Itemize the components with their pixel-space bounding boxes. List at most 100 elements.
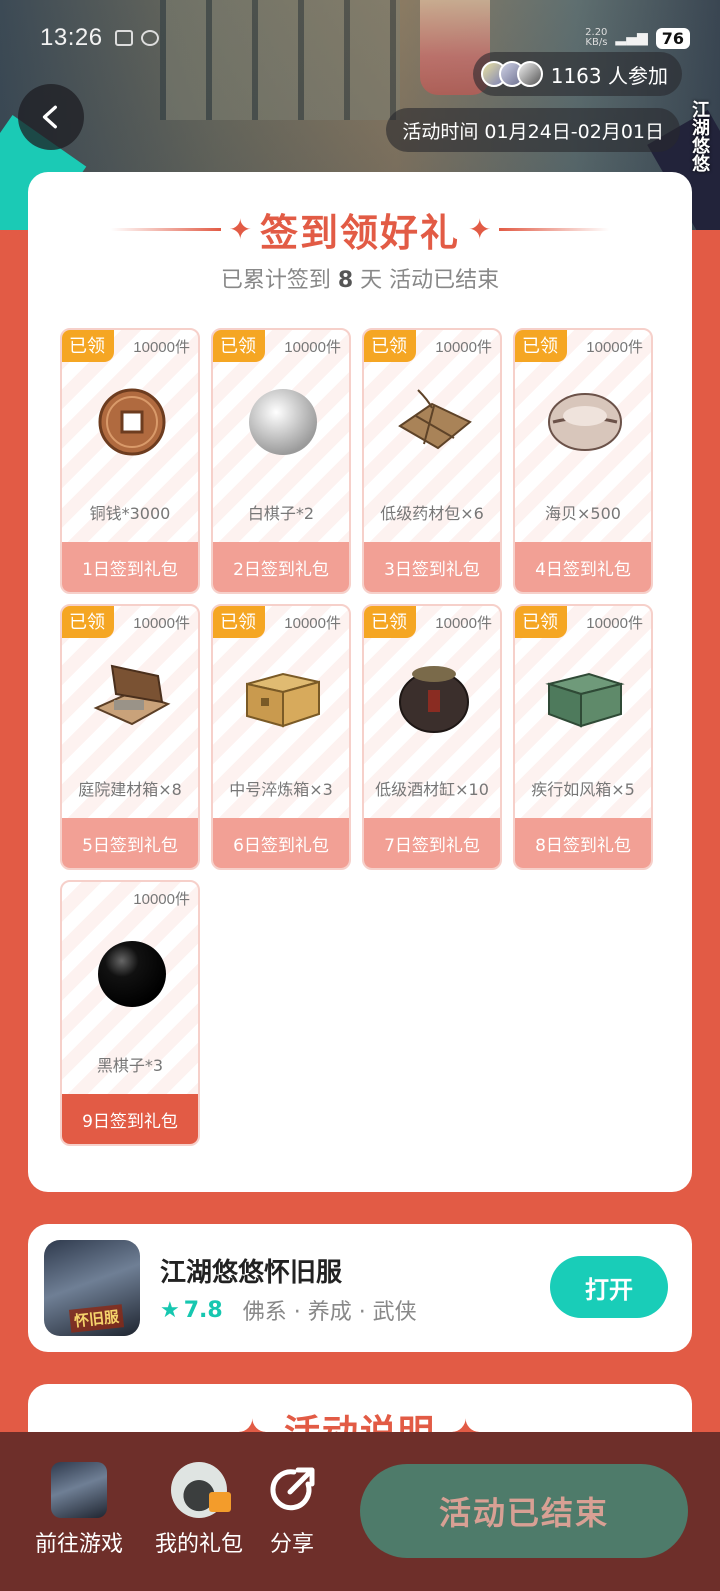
- gift-day-label: 2日签到礼包: [213, 542, 349, 592]
- seashell-icon: [548, 393, 622, 451]
- gift-stock: 10000件: [586, 339, 643, 356]
- copper-coin-icon: [98, 388, 166, 456]
- title-divider-right: [499, 228, 610, 231]
- signal-icon: ▂▄▆: [615, 30, 648, 46]
- banner-illustration-door: [160, 0, 400, 120]
- gift-item[interactable]: 已领 10000件 低级药材包×6 3日签到礼包: [362, 328, 502, 594]
- status-right: 2.20 KB/s ▂▄▆ 76: [585, 27, 690, 49]
- green-box-icon: [545, 672, 625, 728]
- gift-item[interactable]: 已领 10000件 庭院建材箱×8 5日签到礼包: [60, 604, 200, 870]
- wooden-chest-icon: [246, 672, 320, 728]
- gift-stock: 10000件: [133, 891, 190, 908]
- share-label: 分享: [269, 1532, 314, 1557]
- gift-name: 海贝×500: [545, 504, 621, 523]
- gift-item[interactable]: 10000件 黑棋子*3 9日签到礼包: [60, 880, 200, 1146]
- game-name: 江湖悠悠怀旧服: [160, 1258, 343, 1288]
- gift-item[interactable]: 已领 10000件 海贝×500 4日签到礼包: [513, 328, 653, 594]
- open-game-button[interactable]: 打开: [550, 1256, 668, 1318]
- chevron-left-icon: [42, 105, 57, 129]
- claimed-badge: 已领: [515, 606, 567, 638]
- gift-day-label: 5日签到礼包: [62, 818, 198, 868]
- status-time: 13:26: [40, 24, 103, 51]
- signin-title-row: ✦ 签到领好礼 ✦: [28, 202, 692, 257]
- gift-day-label: 3日签到礼包: [364, 542, 500, 592]
- network-speed: 2.20 KB/s: [585, 28, 607, 48]
- gift-day-label: 1日签到礼包: [62, 542, 198, 592]
- share-icon: [264, 1462, 320, 1518]
- participant-avatars: [480, 61, 543, 87]
- gift-avatar-icon: [171, 1462, 231, 1518]
- summary-suffix: 天 活动已结束: [360, 268, 500, 293]
- my-gifts-label: 我的礼包: [154, 1532, 243, 1557]
- go-to-game-label: 前往游戏: [34, 1532, 123, 1557]
- black-go-stone-icon: [98, 941, 166, 1007]
- nfc-icon: [114, 30, 133, 46]
- claimed-badge: 已领: [62, 330, 114, 362]
- open-crate-icon: [93, 664, 171, 726]
- gift-name: 中号淬炼箱×3: [229, 780, 333, 799]
- status-bar: 13:26 2.20 KB/s ▂▄▆ 76: [40, 24, 690, 52]
- gift-stock: 10000件: [133, 615, 190, 632]
- my-gifts-button[interactable]: 我的礼包: [144, 1462, 254, 1558]
- gift-item[interactable]: 已领 10000件 中号淬炼箱×3 6日签到礼包: [211, 604, 351, 870]
- gift-name: 低级酒材缸×10: [375, 780, 489, 799]
- game-meta: ★ 7.8 佛系 · 养成 · 武侠: [160, 1294, 417, 1326]
- activity-ended-button[interactable]: 活动已结束: [360, 1464, 688, 1558]
- avatar: [516, 61, 543, 87]
- signin-summary: 已累计签到 8 天 活动已结束: [28, 262, 692, 294]
- gift-day-label: 8日签到礼包: [515, 818, 651, 868]
- sparkle-icon: ✦: [468, 213, 492, 246]
- game-thumbnail-icon: [51, 1462, 107, 1518]
- gift-stock: 10000件: [133, 339, 190, 356]
- back-button[interactable]: [18, 84, 84, 150]
- white-go-stone-icon: [249, 389, 317, 455]
- bottom-action-bar: 前往游戏 我的礼包 分享 活动已结束: [0, 1432, 720, 1591]
- game-rating: 7.8: [183, 1297, 223, 1323]
- gift-item[interactable]: 已领 10000件 铜钱*3000 1日签到礼包: [60, 328, 200, 594]
- activity-period: 活动时间 01月24日-02月01日: [386, 108, 680, 152]
- message-icon: [140, 30, 159, 46]
- star-icon: ★: [160, 1297, 180, 1323]
- gift-day-label: 7日签到礼包: [364, 818, 500, 868]
- summary-prefix: 已累计签到: [220, 268, 331, 293]
- claimed-badge: 已领: [364, 330, 416, 362]
- gift-item[interactable]: 已领 10000件 低级酒材缸×10 7日签到礼包: [362, 604, 502, 870]
- gift-day-label: 9日签到礼包: [62, 1094, 198, 1144]
- herb-package-icon: [398, 389, 472, 450]
- gift-stock: 10000件: [284, 339, 341, 356]
- gift-name: 铜钱*3000: [89, 504, 171, 523]
- signin-title: 签到领好礼: [259, 211, 460, 255]
- battery-indicator: 76: [655, 27, 690, 49]
- game-icon-tag: 怀旧服: [68, 1304, 125, 1333]
- gift-day-label: 6日签到礼包: [213, 818, 349, 868]
- gift-name: 黑棋子*3: [96, 1056, 164, 1075]
- participants-count: 1163 人参加: [550, 63, 668, 88]
- title-divider-left: [110, 228, 221, 231]
- gift-name: 白棋子*2: [247, 504, 315, 523]
- gift-item[interactable]: 已领 10000件 疾行如风箱×5 8日签到礼包: [513, 604, 653, 870]
- game-tags: 佛系 · 养成 · 武侠: [242, 1300, 417, 1325]
- game-logo: 江湖悠悠: [689, 100, 710, 172]
- game-app-icon[interactable]: 怀旧服: [44, 1240, 140, 1336]
- signin-card: ✦ 签到领好礼 ✦ 已累计签到 8 天 活动已结束 已领 10000件 铜钱*3…: [28, 172, 692, 1192]
- network-speed-unit: KB/s: [585, 37, 608, 48]
- gift-name: 低级药材包×6: [380, 504, 484, 523]
- participants-badge: 1163 人参加: [472, 52, 682, 96]
- share-button[interactable]: 分享: [240, 1462, 344, 1558]
- game-info-card: 怀旧服 江湖悠悠怀旧服 ★ 7.8 佛系 · 养成 · 武侠 打开: [28, 1224, 692, 1352]
- gift-stock: 10000件: [284, 615, 341, 632]
- gift-name: 庭院建材箱×8: [78, 780, 182, 799]
- gift-name: 疾行如风箱×5: [531, 780, 635, 799]
- status-notification-icons: [114, 30, 159, 46]
- gift-day-label: 4日签到礼包: [515, 542, 651, 592]
- claimed-badge: 已领: [213, 330, 265, 362]
- go-to-game-button[interactable]: 前往游戏: [24, 1462, 134, 1558]
- wine-jar-icon: [399, 666, 469, 733]
- sparkle-icon: ✦: [228, 213, 252, 246]
- gift-stock: 10000件: [586, 615, 643, 632]
- gift-box-icon: [209, 1492, 231, 1512]
- gift-item[interactable]: 已领 10000件 白棋子*2 2日签到礼包: [211, 328, 351, 594]
- gift-stock: 10000件: [435, 339, 492, 356]
- claimed-badge: 已领: [364, 606, 416, 638]
- gift-stock: 10000件: [435, 615, 492, 632]
